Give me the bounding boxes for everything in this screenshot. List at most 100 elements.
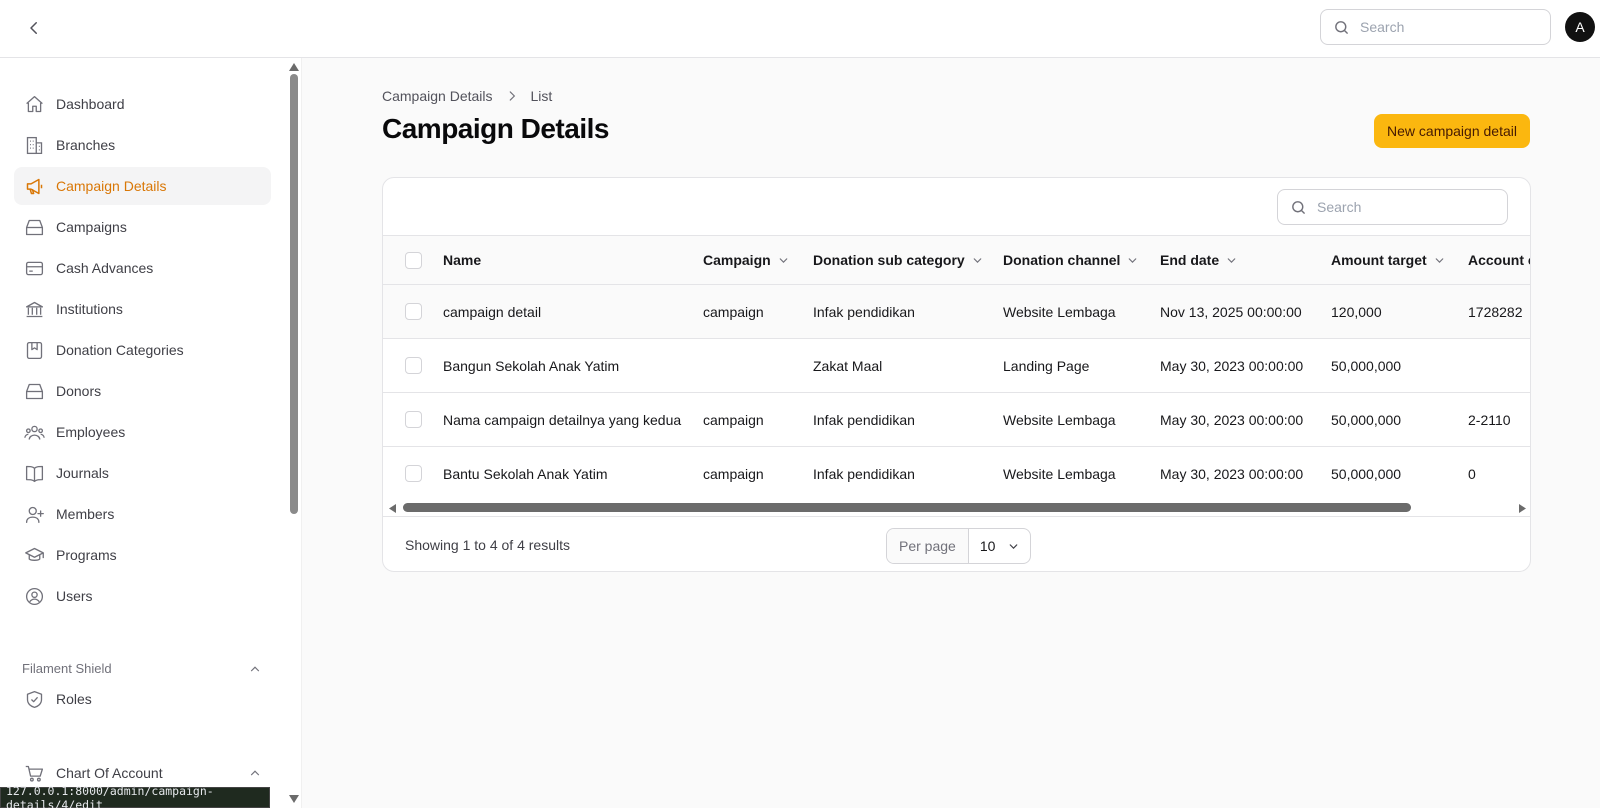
column-header-label: Donation sub category bbox=[813, 252, 965, 268]
user-circle-icon bbox=[23, 585, 45, 607]
table-row[interactable]: campaign detail campaign Infak pendidika… bbox=[383, 285, 1530, 339]
column-header-label: Donation channel bbox=[1003, 252, 1121, 268]
sidebar-item-label: Roles bbox=[56, 691, 92, 707]
chevron-up-icon[interactable] bbox=[248, 662, 262, 676]
sidebar-item-donation-categories[interactable]: Donation Categories bbox=[14, 331, 271, 369]
cell-donation-sub-category: Zakat Maal bbox=[813, 357, 883, 374]
scroll-up-arrow-icon[interactable] bbox=[288, 62, 300, 72]
cell-donation-sub-category: Infak pendidikan bbox=[813, 303, 915, 320]
table-horizontal-scrollbar[interactable] bbox=[383, 500, 1530, 516]
cell-name: Bangun Sekolah Anak Yatim bbox=[443, 357, 620, 374]
row-checkbox[interactable] bbox=[405, 465, 422, 482]
sidebar-item-label: Journals bbox=[56, 465, 109, 481]
sidebar-item-roles[interactable]: Roles bbox=[14, 680, 271, 718]
sidebar-item-institutions[interactable]: Institutions bbox=[14, 290, 271, 328]
chevron-down-icon bbox=[1433, 254, 1446, 267]
table-search[interactable] bbox=[1277, 189, 1508, 225]
breadcrumb-current: List bbox=[530, 88, 553, 104]
box-icon bbox=[23, 380, 45, 402]
cell-end-date: May 30, 2023 00:00:00 bbox=[1160, 466, 1304, 482]
table-row[interactable]: Bantu Sekolah Anak Yatim campaign Infak … bbox=[383, 447, 1530, 501]
sidebar-item-label: Campaign Details bbox=[56, 178, 167, 194]
table-search-input[interactable] bbox=[1317, 199, 1487, 215]
user-avatar[interactable]: A bbox=[1565, 12, 1595, 42]
column-header-campaign[interactable]: Campaign bbox=[703, 236, 790, 284]
sidebar-item-branches[interactable]: Branches bbox=[14, 126, 271, 164]
sidebar-group-label: Chart Of Account bbox=[56, 765, 163, 781]
sidebar-item-label: Members bbox=[56, 506, 115, 522]
sidebar-item-dashboard[interactable]: Dashboard bbox=[14, 85, 271, 123]
sidebar-item-label: Cash Advances bbox=[56, 260, 154, 276]
table-row[interactable]: Bangun Sekolah Anak Yatim Zakat Maal Lan… bbox=[383, 339, 1530, 393]
sidebar-item-cash-advances[interactable]: Cash Advances bbox=[14, 249, 271, 287]
graduation-cap-icon bbox=[23, 544, 45, 566]
cell-donation-channel: Website Lembaga bbox=[1003, 303, 1116, 320]
select-all-checkbox[interactable] bbox=[405, 252, 422, 269]
new-campaign-detail-button[interactable]: New campaign detail bbox=[1374, 114, 1530, 148]
scroll-left-arrow-icon[interactable] bbox=[388, 503, 397, 514]
column-header-donation-sub-category[interactable]: Donation sub category bbox=[813, 236, 984, 284]
table-header: Name Campaign Donation sub category Dona… bbox=[383, 235, 1530, 285]
table-footer: Showing 1 to 4 of 4 results Per page 10 bbox=[383, 516, 1530, 571]
sidebar-item-label: Programs bbox=[56, 547, 117, 563]
sidebar-item-journals[interactable]: Journals bbox=[14, 454, 271, 492]
search-icon bbox=[1335, 20, 1348, 34]
breadcrumb-parent[interactable]: Campaign Details bbox=[382, 88, 493, 104]
column-header-amount-target[interactable]: Amount target bbox=[1331, 236, 1446, 284]
sidebar-item-label: Campaigns bbox=[56, 219, 127, 235]
table-row[interactable]: Nama campaign detailnya yang kedua campa… bbox=[383, 393, 1530, 447]
sidebar-item-campaigns[interactable]: Campaigns bbox=[14, 208, 271, 246]
page-title: Campaign Details bbox=[382, 113, 609, 144]
cell-campaign: campaign bbox=[703, 411, 764, 428]
sidebar-item-label: Users bbox=[56, 588, 93, 604]
sidebar-item-users[interactable]: Users bbox=[14, 577, 271, 615]
column-header-donation-channel[interactable]: Donation channel bbox=[1003, 236, 1139, 284]
global-search[interactable] bbox=[1320, 9, 1551, 45]
bank-icon bbox=[23, 298, 45, 320]
chevron-up-icon[interactable] bbox=[248, 766, 262, 780]
cell-donation-sub-category: Infak pendidikan bbox=[813, 466, 915, 482]
column-header-label: End date bbox=[1160, 252, 1220, 268]
megaphone-icon bbox=[23, 175, 45, 197]
cell-name: Bantu Sekolah Anak Yatim bbox=[443, 466, 608, 482]
breadcrumb: Campaign Details List bbox=[382, 88, 552, 104]
status-bar-url: 127.0.0.1:8000/admin/campaign-details/4/… bbox=[0, 784, 270, 808]
sidebar-item-label: Donation Categories bbox=[56, 342, 184, 358]
credit-card-icon bbox=[23, 257, 45, 279]
scrollbar-thumb[interactable] bbox=[403, 503, 1411, 512]
back-button[interactable] bbox=[20, 14, 48, 42]
cell-amount-target: 120,000 bbox=[1331, 303, 1382, 320]
sidebar-item-label: Dashboard bbox=[56, 96, 125, 112]
sidebar-scrollbar[interactable] bbox=[290, 74, 298, 514]
column-header-account[interactable]: Account c bbox=[1468, 236, 1530, 284]
chevron-down-icon bbox=[1225, 254, 1238, 267]
cell-end-date: Nov 13, 2025 00:00:00 bbox=[1160, 303, 1302, 320]
sidebar-item-members[interactable]: Members bbox=[14, 495, 271, 533]
scroll-right-arrow-icon[interactable] bbox=[1518, 503, 1527, 514]
sidebar-item-programs[interactable]: Programs bbox=[14, 536, 271, 574]
column-header-end-date[interactable]: End date bbox=[1160, 236, 1238, 284]
row-checkbox[interactable] bbox=[405, 357, 422, 374]
column-header-label: Campaign bbox=[703, 252, 771, 268]
chevron-down-icon bbox=[1010, 543, 1018, 549]
row-checkbox[interactable] bbox=[405, 303, 422, 320]
users-icon bbox=[23, 421, 45, 443]
per-page-select[interactable]: 10 bbox=[969, 529, 1031, 563]
sidebar-group-filament-shield[interactable]: Filament Shield bbox=[22, 661, 112, 676]
sidebar-item-campaign-details[interactable]: Campaign Details bbox=[14, 167, 271, 205]
scroll-down-arrow-icon[interactable] bbox=[288, 794, 300, 804]
cell-amount-target: 50,000,000 bbox=[1331, 466, 1402, 482]
row-checkbox[interactable] bbox=[405, 411, 422, 428]
building-icon bbox=[23, 134, 45, 156]
sidebar-item-label: Branches bbox=[56, 137, 116, 153]
cell-account: 0 bbox=[1468, 466, 1476, 482]
per-page-control: Per page 10 bbox=[886, 528, 1032, 564]
column-header-name[interactable]: Name bbox=[443, 236, 481, 284]
sidebar-item-donors[interactable]: Donors bbox=[14, 372, 271, 410]
sidebar-item-employees[interactable]: Employees bbox=[14, 413, 271, 451]
global-search-input[interactable] bbox=[1360, 19, 1530, 35]
per-page-label: Per page bbox=[887, 529, 969, 563]
cell-amount-target: 50,000,000 bbox=[1331, 357, 1402, 374]
book-icon bbox=[23, 462, 45, 484]
column-header-label: Amount target bbox=[1331, 252, 1427, 268]
